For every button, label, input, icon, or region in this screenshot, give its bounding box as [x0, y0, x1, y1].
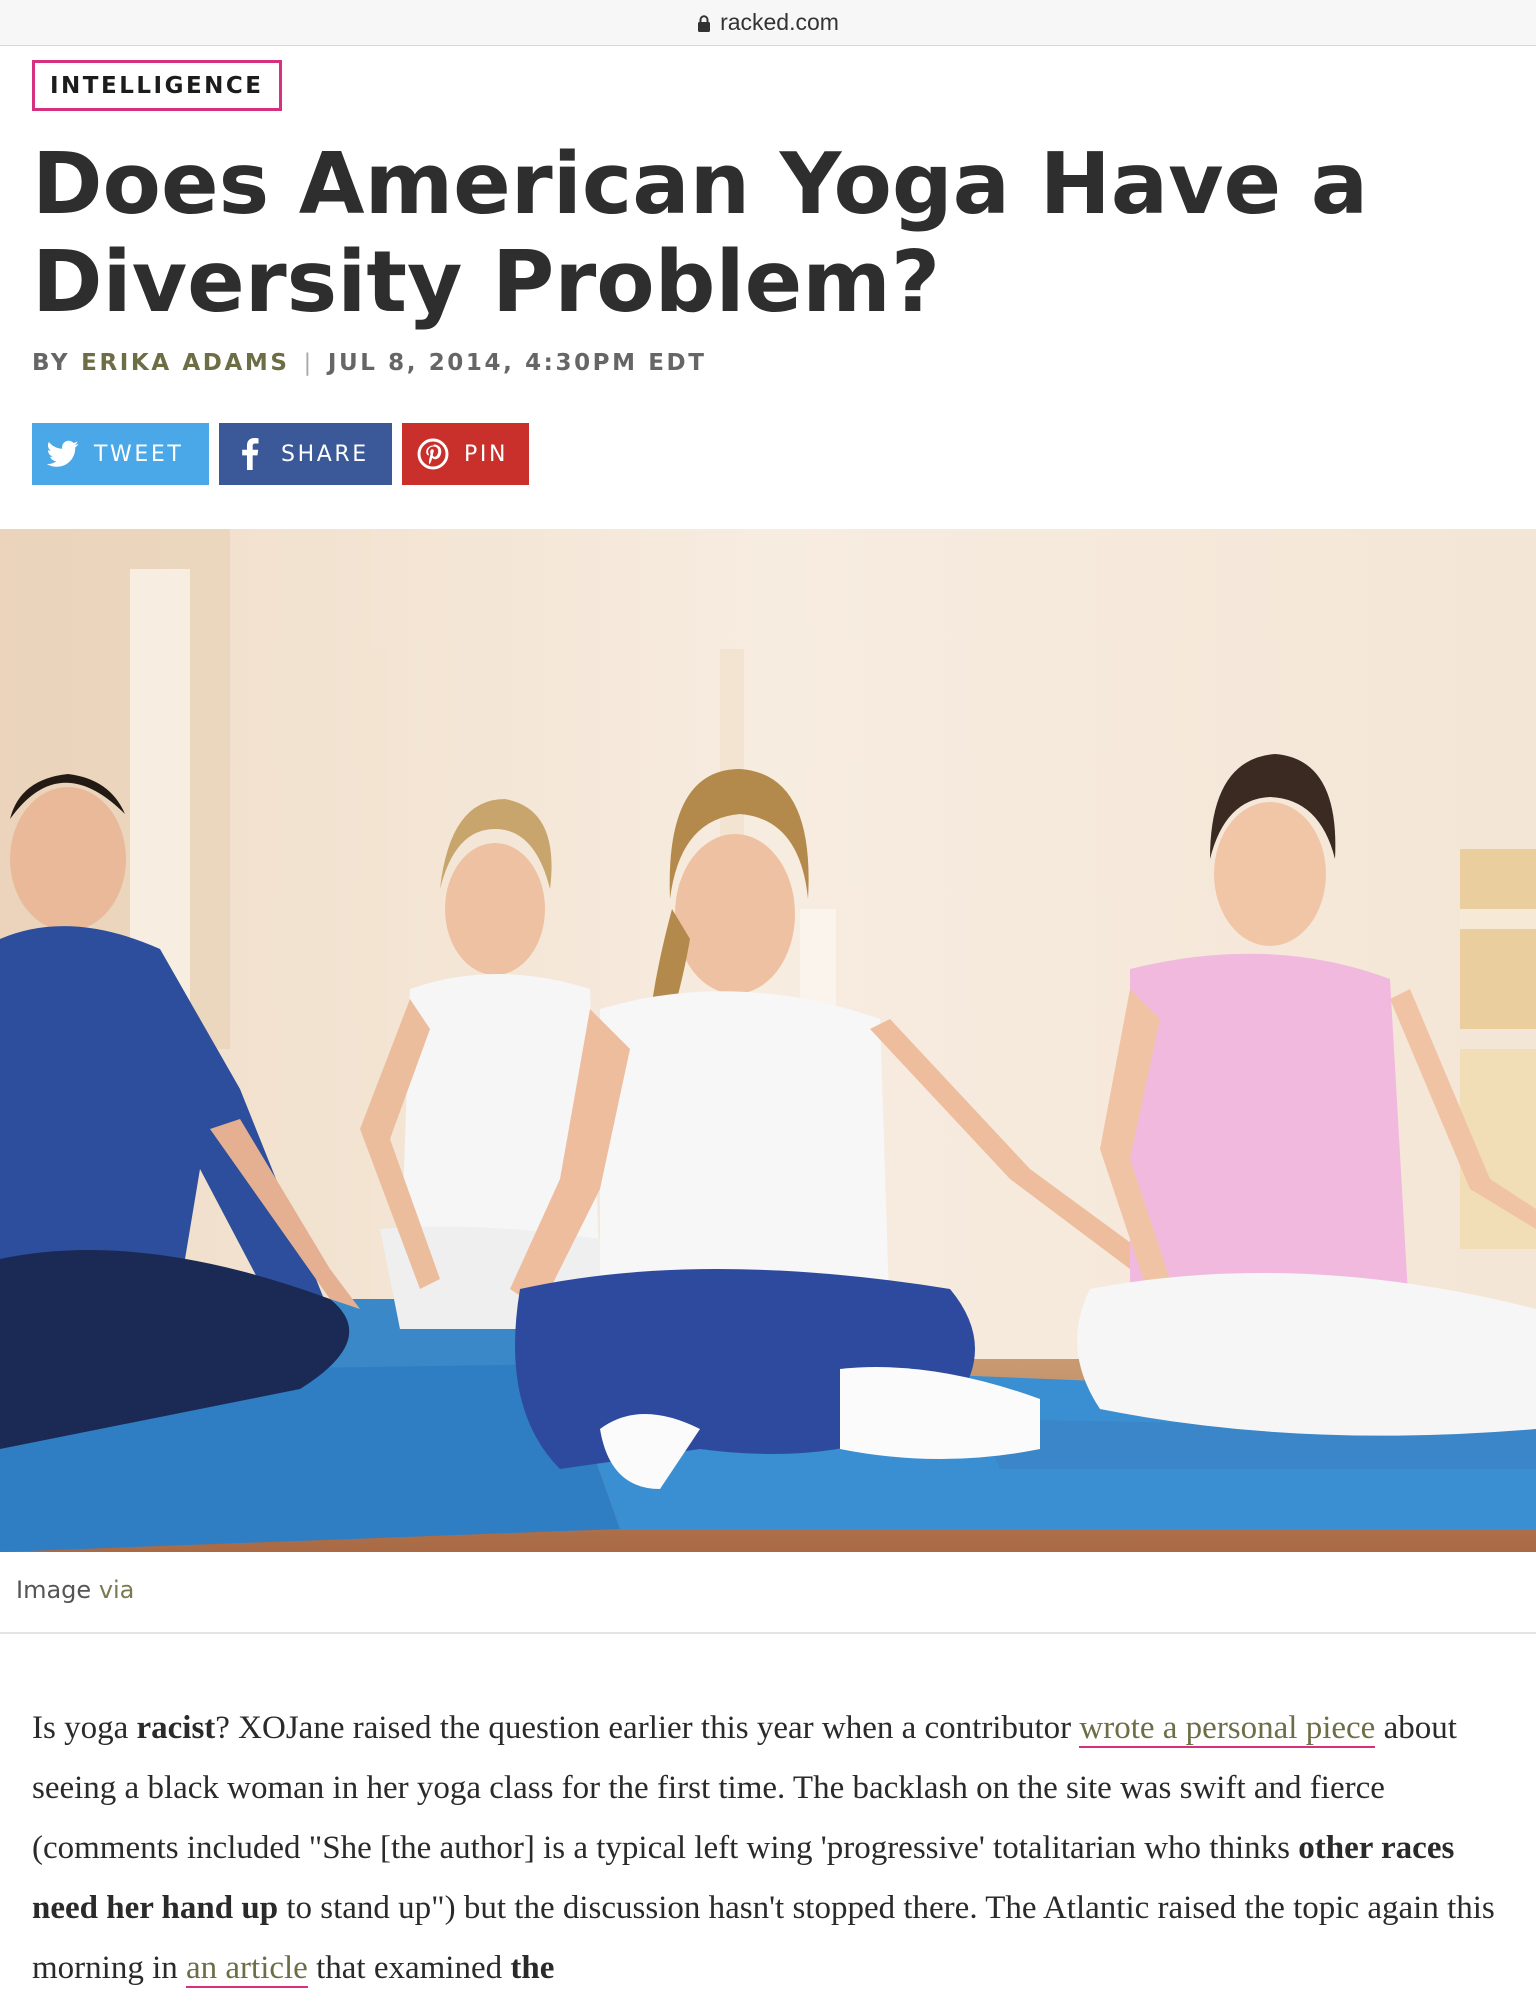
caption-via-link[interactable]: via [99, 1576, 135, 1604]
pinterest-p-icon [416, 437, 450, 471]
body-text-1: Is yoga [32, 1710, 137, 1746]
share-label: SHARE [281, 441, 369, 467]
pin-label: PIN [464, 441, 509, 467]
facebook-share-button[interactable]: SHARE [219, 423, 392, 485]
tweet-button[interactable]: TWEET [32, 423, 209, 485]
body-bold-the: the [510, 1950, 555, 1986]
image-caption: Image via [16, 1576, 134, 1604]
pinterest-pin-button[interactable]: PIN [402, 423, 529, 485]
byline-separator: | [303, 350, 314, 376]
article-headline: Does American Yoga Have a Diversity Prob… [32, 135, 1369, 332]
section-divider [0, 1632, 1536, 1634]
tweet-label: TWEET [94, 441, 184, 467]
article-body-paragraph: Is yoga racist? XOJane raised the questi… [32, 1698, 1512, 1998]
category-tag[interactable]: INTELLIGENCE [32, 60, 282, 111]
byline-prefix: BY [32, 350, 71, 376]
body-text-2: ? XOJane raised the question earlier thi… [215, 1710, 1080, 1746]
facebook-f-icon [233, 437, 267, 471]
body-text-5: that examined [307, 1950, 511, 1986]
atlantic-article-link[interactable]: an article [186, 1950, 308, 1988]
publish-date: JUL 8, 2014, 4:30PM EDT [327, 350, 707, 376]
byline: BY ERIKA ADAMS | JUL 8, 2014, 4:30PM EDT [32, 350, 707, 376]
author-link[interactable]: ERIKA ADAMS [81, 350, 289, 376]
share-buttons: TWEET SHARE PIN [32, 423, 529, 485]
browser-url-bar[interactable]: racked.com [0, 0, 1536, 46]
hero-image[interactable] [0, 529, 1536, 1552]
yoga-class-photo [0, 529, 1536, 1552]
url-text: racked.com [720, 9, 839, 35]
twitter-bird-icon [46, 437, 80, 471]
personal-piece-link[interactable]: wrote a personal piece [1079, 1710, 1376, 1748]
lock-icon [697, 15, 711, 32]
caption-label: Image [16, 1576, 92, 1604]
body-bold-racist: racist [136, 1710, 216, 1746]
